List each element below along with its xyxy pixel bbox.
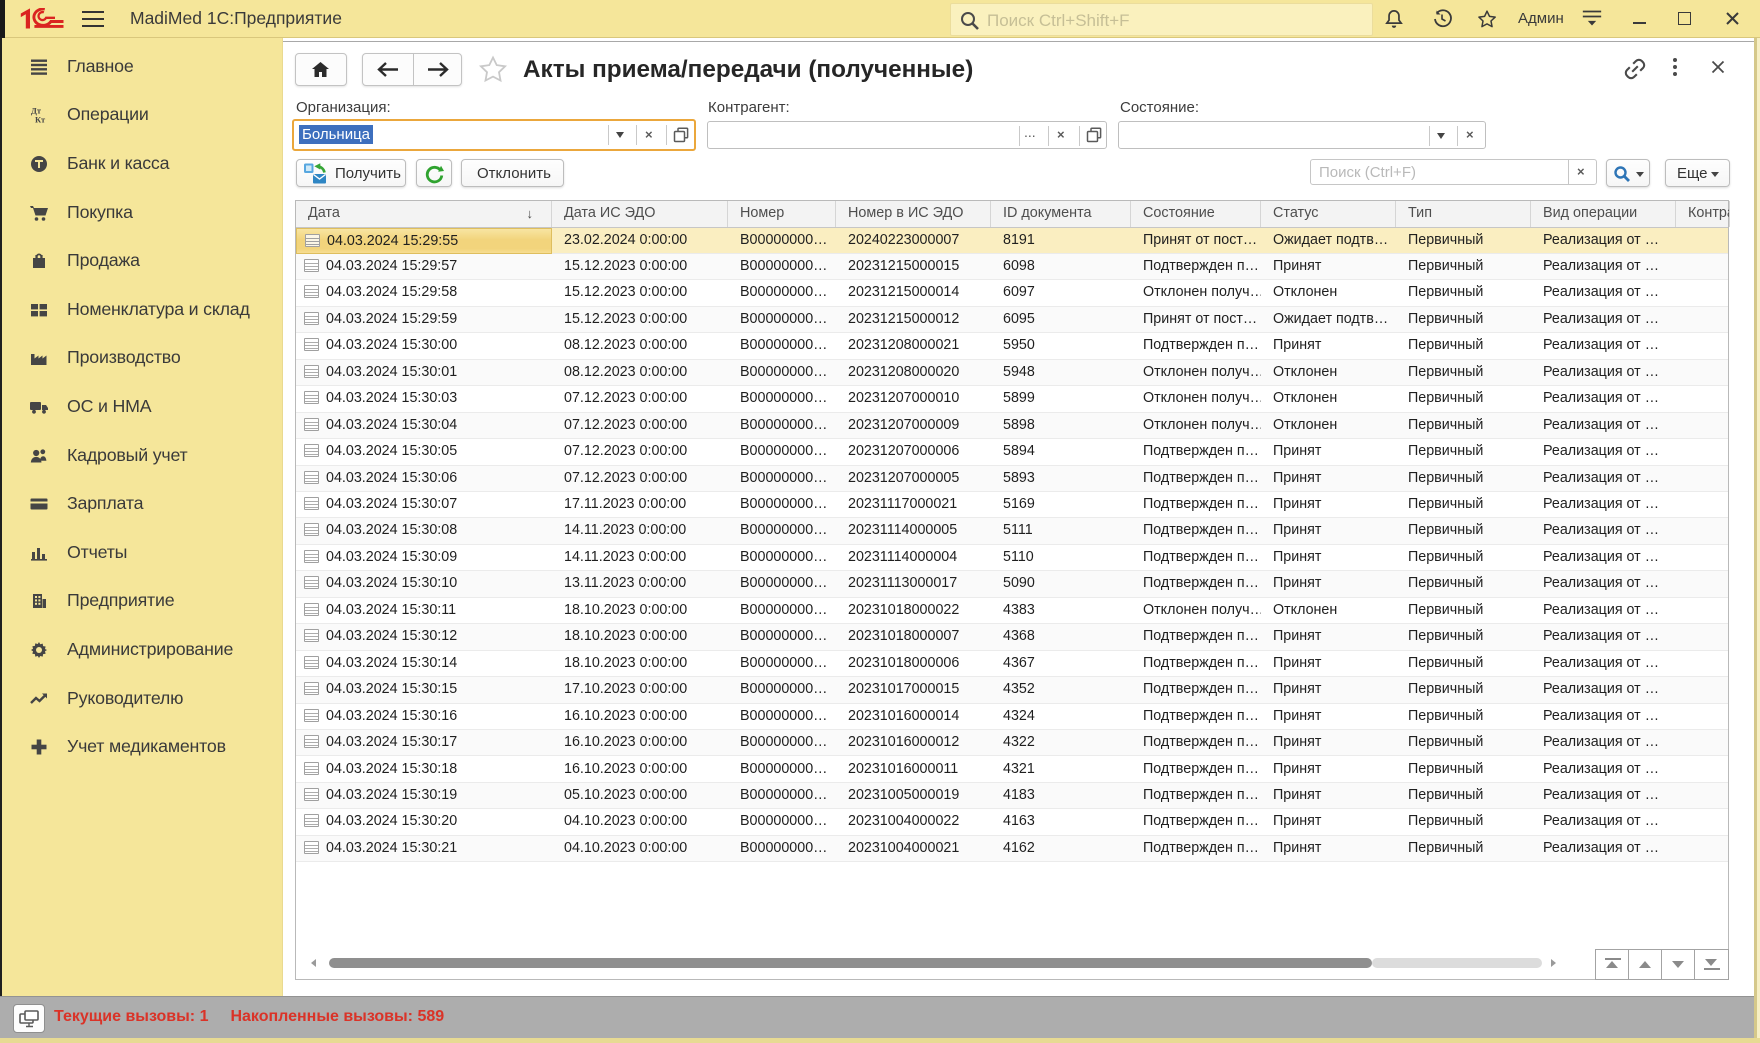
- svg-text:Кт: Кт: [35, 115, 46, 125]
